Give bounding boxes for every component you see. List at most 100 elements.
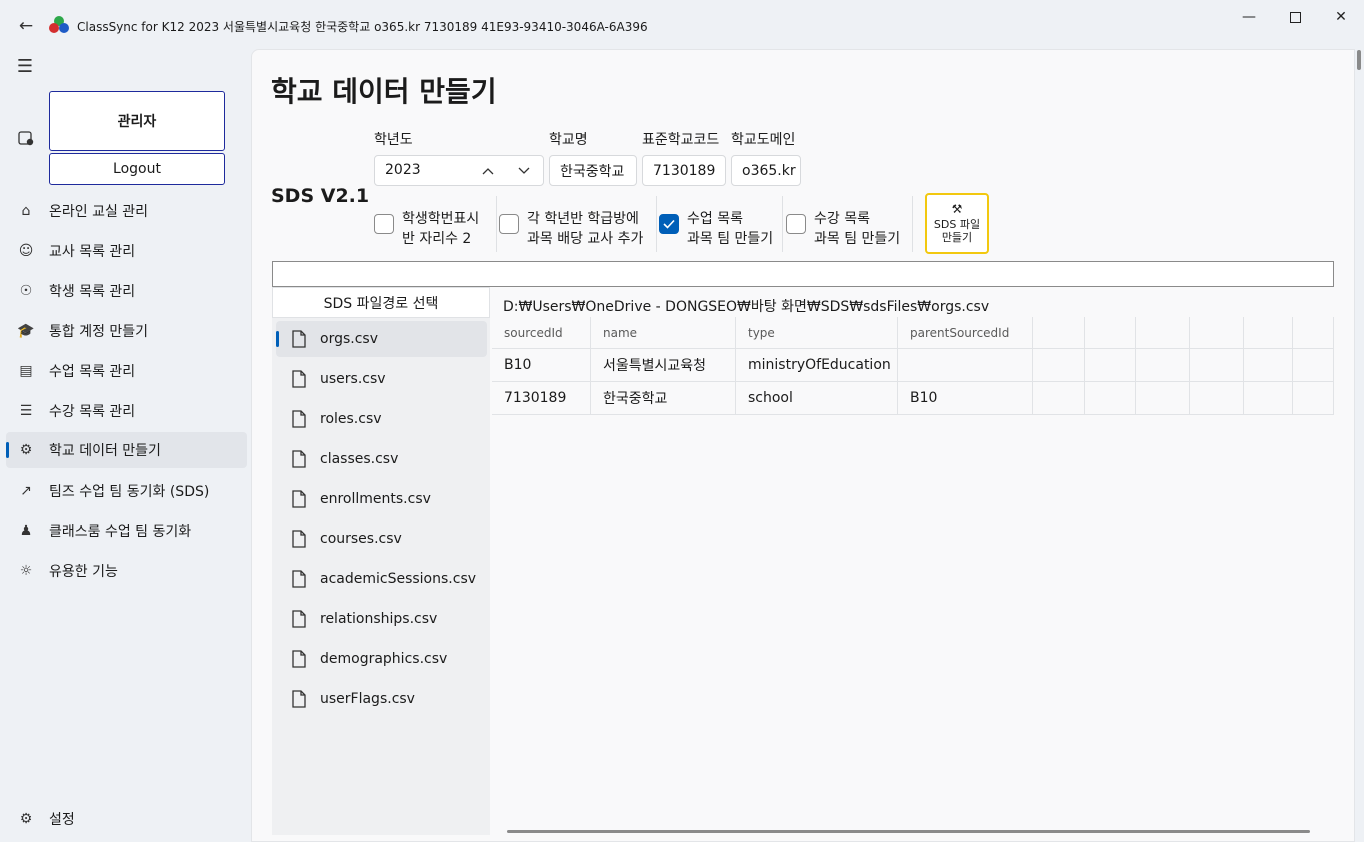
file-icon [290,689,308,709]
column-header[interactable] [1085,317,1136,348]
school-code-field[interactable]: 7130189 [642,155,726,186]
option-label: 수업 목록 과목 팀 만들기 [687,211,774,247]
file-list-item[interactable]: userFlags.csv [276,681,487,717]
sidebar-item-6[interactable]: ☰ 수강 목록 관리 [6,393,247,429]
divider [496,196,497,252]
lightbulb-icon: ☼ [19,563,33,579]
student-number-checkbox[interactable] [374,214,394,234]
table-cell[interactable]: B10 [492,349,591,381]
column-header[interactable] [1136,317,1190,348]
file-list-item[interactable]: classes.csv [276,441,487,477]
class-list-team-checkbox[interactable] [659,214,679,234]
file-name: relationships.csv [320,611,438,627]
table-cell[interactable]: B10 [898,382,1033,414]
table-cell[interactable] [1244,349,1293,381]
file-icon [290,409,308,429]
school-domain-field[interactable]: o365.kr [731,155,801,186]
table-cell[interactable] [1190,382,1244,414]
choose-sds-path-button[interactable]: SDS 파일경로 선택 [272,287,490,318]
file-list-item[interactable]: roles.csv [276,401,487,437]
make-sds-file-button[interactable]: ⚒ SDS 파일 만들기 [925,193,989,254]
sidebar-item-label: 수업 목록 관리 [49,364,136,380]
table-cell[interactable]: 7130189 [492,382,591,414]
option-label: 수강 목록 과목 팀 만들기 [814,211,901,247]
sidebar-item-4[interactable]: 🎓 통합 계정 만들기 [6,313,247,349]
year-label: 학년도 [374,132,413,148]
horizontal-scrollbar[interactable] [507,830,1310,833]
hamburger-menu-icon[interactable]: ☰ [13,56,37,77]
table-cell[interactable] [1033,349,1085,381]
sidebar-item-7[interactable]: ⚙ 학교 데이터 만들기 [6,432,247,468]
role-display[interactable]: 관리자 [49,91,225,151]
table-cell[interactable] [1136,349,1190,381]
selection-indicator [6,442,9,458]
divider [782,196,783,252]
add-subject-teacher-checkbox[interactable] [499,214,519,234]
column-header[interactable] [1033,317,1085,348]
account-card-icon [16,128,36,148]
column-header[interactable] [1293,317,1334,348]
table-cell[interactable] [1033,382,1085,414]
sidebar-item-settings[interactable]: ⚙ 설정 [6,801,247,837]
table-cell[interactable] [1293,349,1334,381]
file-list-item[interactable]: enrollments.csv [276,481,487,517]
table-cell[interactable] [1190,349,1244,381]
file-name: orgs.csv [320,331,378,347]
table-cell[interactable] [1293,382,1334,414]
table-cell[interactable]: 한국중학교 [591,382,736,414]
file-name: academicSessions.csv [320,571,477,587]
vertical-scrollbar[interactable] [1357,50,1361,70]
table-cell[interactable] [1085,382,1136,414]
table-row[interactable]: 7130189 한국중학교 school B10 [492,382,1334,415]
sidebar-item-10[interactable]: ☼ 유용한 기능 [6,553,247,589]
table-cell[interactable]: ministryOfEducation [736,349,898,381]
logout-button[interactable]: Logout [49,153,225,185]
table-cell[interactable] [1085,349,1136,381]
column-header[interactable] [1244,317,1293,348]
chevron-down-icon[interactable] [513,160,535,182]
app-logo-icon [49,16,69,33]
file-list-item[interactable]: orgs.csv [276,321,487,357]
window-title: ClassSync for K12 2023 서울특별시교육청 한국중학교 o3… [77,20,648,34]
sidebar-item-label: 유용한 기능 [49,564,118,580]
table-cell[interactable] [898,349,1033,381]
minimize-icon[interactable]: — [1226,6,1272,28]
column-header[interactable] [1190,317,1244,348]
path-input[interactable] [272,261,1334,287]
table-cell[interactable] [1136,382,1190,414]
school-name-field[interactable]: 한국중학교 [549,155,637,186]
file-icon [290,329,308,349]
file-list-item[interactable]: courses.csv [276,521,487,557]
file-list-item[interactable]: users.csv [276,361,487,397]
sidebar-item-1[interactable]: ⌂ 온라인 교실 관리 [6,193,247,229]
school-name-label: 학교명 [549,132,588,148]
sidebar-item-label: 설정 [49,812,75,828]
chevron-up-icon[interactable] [477,160,499,182]
column-header[interactable]: type [736,317,898,348]
table-cell[interactable] [1244,382,1293,414]
student-icon: ☉ [19,283,33,299]
sidebar-item-8[interactable]: ↗ 팀즈 수업 팀 동기화 (SDS) [6,473,247,509]
sidebar-item-5[interactable]: ▤ 수업 목록 관리 [6,353,247,389]
sidebar-item-label: 클래스룸 수업 팀 동기화 [49,524,192,540]
file-list-item[interactable]: relationships.csv [276,601,487,637]
file-list-item[interactable]: demographics.csv [276,641,487,677]
enrollment-list-team-checkbox[interactable] [786,214,806,234]
column-header[interactable]: sourcedId [492,317,591,348]
column-header[interactable]: name [591,317,736,348]
maximize-icon[interactable] [1272,6,1318,28]
column-header[interactable]: parentSourcedId [898,317,1033,348]
file-list-item[interactable]: academicSessions.csv [276,561,487,597]
sidebar-item-9[interactable]: ♟ 클래스룸 수업 팀 동기화 [6,513,247,549]
year-spinner[interactable]: 2023 [374,155,544,186]
page-title: 학교 데이터 만들기 [271,75,497,108]
table-row[interactable]: B10 서울특별시교육청 ministryOfEducation [492,349,1334,382]
back-arrow-icon[interactable]: ← [14,14,38,38]
table-cell[interactable]: school [736,382,898,414]
sidebar-item-2[interactable]: ☺ 교사 목록 관리 [6,233,247,269]
sidebar-item-3[interactable]: ☉ 학생 목록 관리 [6,273,247,309]
close-icon[interactable]: ✕ [1318,6,1364,28]
file-icon [290,609,308,629]
table-cell[interactable]: 서울특별시교육청 [591,349,736,381]
file-name: courses.csv [320,531,402,547]
